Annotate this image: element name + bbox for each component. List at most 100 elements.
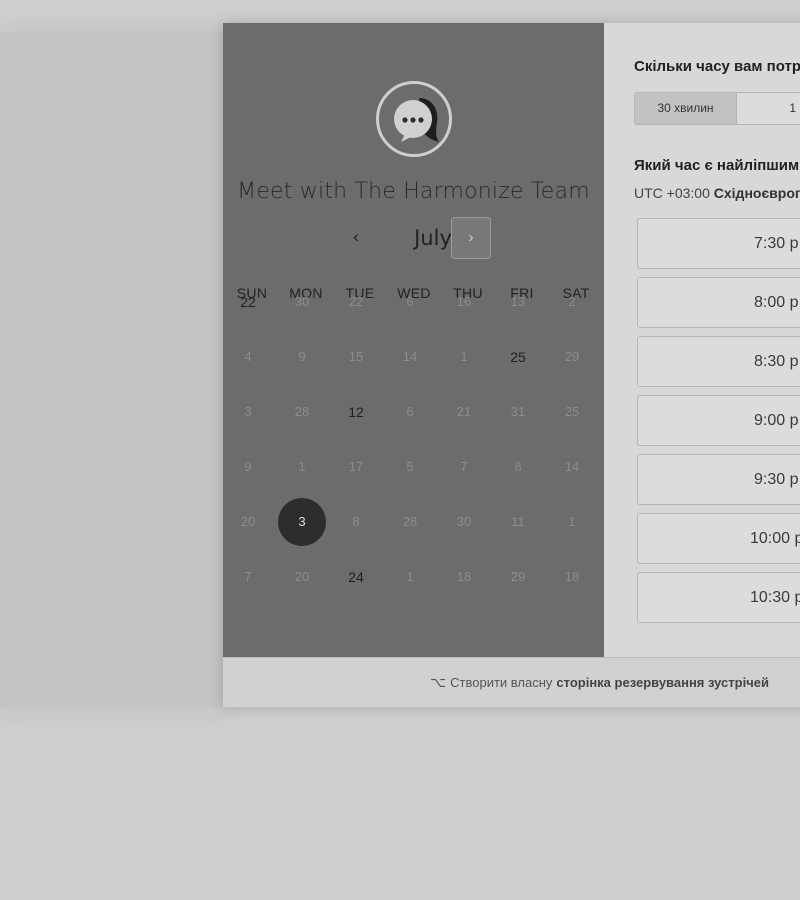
timezone-name: Східноєвроп bbox=[713, 185, 800, 201]
background-panel bbox=[0, 32, 228, 708]
calendar-day-number: 20 bbox=[294, 569, 310, 584]
calendar-day: 20 bbox=[221, 495, 275, 549]
calendar-day: 18 bbox=[437, 550, 491, 604]
calendar-day-number: 11 bbox=[511, 514, 525, 529]
create-booking-page-link[interactable]: сторінка резервування зустрічей bbox=[556, 675, 769, 690]
calendar-day-number: 9 bbox=[298, 349, 306, 364]
meeting-booking-card: Meet with The Harmonize Team ‹ July › SU… bbox=[223, 23, 800, 707]
calendar-day[interactable]: 25 bbox=[491, 330, 545, 384]
calendar-day: 13 bbox=[491, 275, 545, 329]
calendar-day-number: 12 bbox=[348, 404, 364, 420]
calendar-day-number: 6 bbox=[406, 294, 414, 309]
calendar-day-number: 6 bbox=[406, 404, 414, 419]
team-title: Meet with The Harmonize Team bbox=[237, 179, 590, 204]
calendar-day-number: 9 bbox=[244, 459, 252, 474]
calendar-day[interactable]: 22 bbox=[221, 275, 275, 329]
duration-question: Скільки часу вам потр bbox=[634, 58, 800, 75]
calendar-day: 9 bbox=[275, 330, 329, 384]
calendar-day-number: 1 bbox=[298, 459, 306, 474]
calendar-day: 7 bbox=[221, 550, 275, 604]
calendar-day[interactable]: 12 bbox=[329, 385, 383, 439]
calendar-day-number: 1 bbox=[568, 514, 576, 529]
calendar-day-number: 20 bbox=[240, 514, 256, 529]
duration-option-30min[interactable]: 30 хвилин bbox=[635, 93, 737, 124]
calendar-day-number: 29 bbox=[510, 569, 526, 584]
calendar-day-number: 18 bbox=[456, 569, 472, 584]
footer-bar: ⌥ Створити власну сторінка резервування … bbox=[223, 657, 800, 707]
calendar-day-number: 31 bbox=[510, 404, 526, 419]
duration-option-1h[interactable]: 1 годи bbox=[738, 93, 800, 124]
time-question: Який час є найліпшим bbox=[634, 157, 800, 174]
calendar-day: 20 bbox=[275, 550, 329, 604]
calendar-day-number: 8 bbox=[352, 514, 360, 529]
calendar-day-number: 13 bbox=[510, 294, 526, 309]
calendar-day: 4 bbox=[221, 330, 275, 384]
calendar-day: 2 bbox=[545, 275, 599, 329]
calendar-day: 30 bbox=[275, 275, 329, 329]
calendar-day: 14 bbox=[383, 330, 437, 384]
hubspot-sprocket-icon: ⌥ bbox=[430, 674, 447, 690]
calendar-day-number: 18 bbox=[564, 569, 580, 584]
calendar-day: 31 bbox=[491, 385, 545, 439]
calendar-day-number: 28 bbox=[402, 514, 418, 529]
calendar-day-number: 7 bbox=[460, 459, 468, 474]
calendar-day-number: 14 bbox=[402, 349, 418, 364]
calendar-day-number: 2 bbox=[568, 294, 576, 309]
time-slot-button[interactable]: 9:00 p bbox=[637, 395, 800, 446]
duration-selector: 30 хвилин 1 годи bbox=[634, 92, 800, 125]
calendar-day-number: 4 bbox=[244, 349, 252, 364]
calendar-day-number: 30 bbox=[294, 294, 310, 309]
calendar-day: 28 bbox=[275, 385, 329, 439]
time-slot-button[interactable]: 7:30 p bbox=[637, 218, 800, 269]
calendar-day-number: 21 bbox=[456, 404, 472, 419]
calendar-day-selected[interactable]: 3 bbox=[275, 495, 329, 549]
calendar-day: 29 bbox=[491, 550, 545, 604]
previous-month-button[interactable]: ‹ bbox=[344, 223, 368, 251]
calendar-day: 7 bbox=[437, 440, 491, 494]
calendar-day: 1 bbox=[437, 330, 491, 384]
calendar-day: 8 bbox=[491, 440, 545, 494]
time-slot-button[interactable]: 8:30 p bbox=[637, 336, 800, 387]
calendar-day: 14 bbox=[545, 440, 599, 494]
calendar-day-number: 24 bbox=[348, 569, 364, 585]
calendar-day: 28 bbox=[383, 495, 437, 549]
calendar-day-number: 22 bbox=[240, 294, 256, 310]
calendar-day: 1 bbox=[275, 440, 329, 494]
calendar-day: 18 bbox=[545, 550, 599, 604]
calendar-day-number: 25 bbox=[510, 349, 526, 365]
calendar-day: 17 bbox=[329, 440, 383, 494]
next-month-button[interactable]: › bbox=[451, 217, 491, 259]
calendar-day-number: 7 bbox=[244, 569, 252, 584]
calendar-pane: Meet with The Harmonize Team ‹ July › SU… bbox=[223, 23, 604, 657]
calendar-day: 5 bbox=[383, 440, 437, 494]
time-slot-button[interactable]: 9:30 p bbox=[637, 454, 800, 505]
footer-prefix: Створити власну bbox=[450, 675, 553, 690]
calendar-day: 8 bbox=[329, 495, 383, 549]
calendar-day-number: 22 bbox=[348, 294, 364, 309]
calendar-day: 16 bbox=[437, 275, 491, 329]
time-slot-button[interactable]: 8:00 p bbox=[637, 277, 800, 328]
month-navigation: ‹ July › bbox=[223, 216, 604, 260]
calendar-day: 11 bbox=[491, 495, 545, 549]
calendar-day: 1 bbox=[545, 495, 599, 549]
calendar-day-number: 28 bbox=[294, 404, 310, 419]
time-slot-button[interactable]: 10:30 p bbox=[637, 572, 800, 623]
calendar-day: 6 bbox=[383, 385, 437, 439]
calendar-day-number: 15 bbox=[348, 349, 364, 364]
calendar-day-number: 30 bbox=[456, 514, 472, 529]
team-avatar bbox=[376, 81, 452, 157]
booking-options-pane: Скільки часу вам потр 30 хвилин 1 годи Я… bbox=[604, 23, 800, 657]
chat-bubble-icon bbox=[394, 98, 439, 142]
timezone-selector[interactable]: UTC +03:00 Східноєвроп bbox=[634, 185, 800, 201]
calendar-day: 30 bbox=[437, 495, 491, 549]
calendar-day-number: 8 bbox=[514, 459, 522, 474]
calendar-day: 1 bbox=[383, 550, 437, 604]
calendar-day: 25 bbox=[545, 385, 599, 439]
calendar-day: 22 bbox=[329, 275, 383, 329]
calendar-day-number: 17 bbox=[348, 459, 364, 474]
calendar-day-number: 3 bbox=[244, 404, 252, 419]
calendar-day-number: 1 bbox=[460, 349, 468, 364]
time-slot-button[interactable]: 10:00 p bbox=[637, 513, 800, 564]
calendar-day: 9 bbox=[221, 440, 275, 494]
calendar-day[interactable]: 24 bbox=[329, 550, 383, 604]
